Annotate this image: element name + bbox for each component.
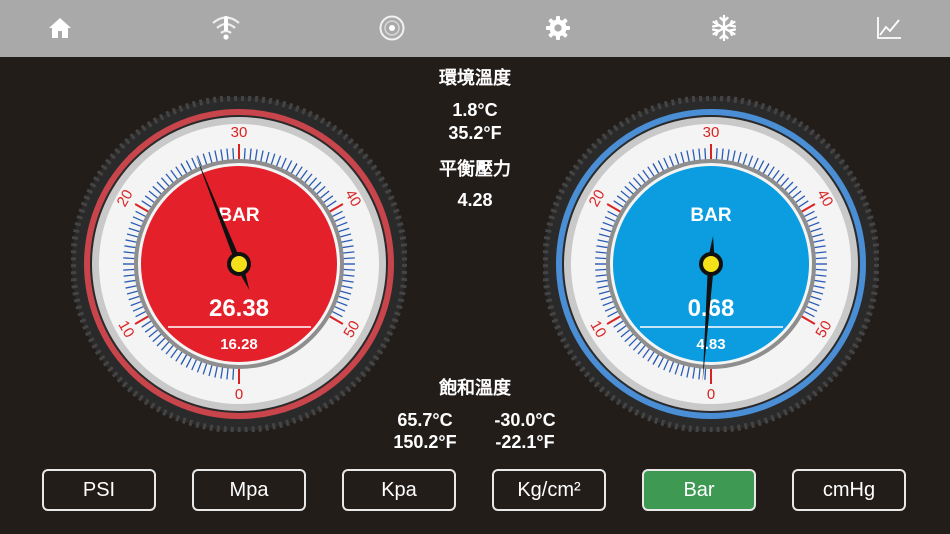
saturation-temp-label: 飽和溫度 bbox=[439, 378, 511, 398]
wifi-alert-icon[interactable] bbox=[206, 8, 246, 48]
gear-icon[interactable] bbox=[538, 8, 578, 48]
gauge-hub-center bbox=[703, 256, 719, 272]
gauge-sub-value: 16.28 bbox=[220, 336, 258, 353]
ambient-temp-label: 環境溫度 bbox=[439, 68, 511, 88]
unit-button-psi[interactable]: PSI bbox=[42, 469, 156, 511]
gauge-value: 26.38 bbox=[209, 295, 269, 322]
gauge-tick bbox=[814, 257, 827, 260]
ambient-temp-fahrenheit: 35.2°F bbox=[448, 123, 502, 143]
gauge-sub-value: 4.83 bbox=[696, 336, 725, 353]
top-nav-bar bbox=[0, 0, 950, 57]
gauge-tick bbox=[342, 268, 355, 271]
gauge-scale-label: 30 bbox=[231, 124, 248, 141]
unit-button-kgcm2[interactable]: Kg/cm² bbox=[492, 469, 606, 511]
low-pressure-gauge: 01020304050 BAR 0.68 4.83 bbox=[543, 96, 879, 432]
gauge-tick bbox=[814, 268, 827, 271]
disc-icon[interactable] bbox=[372, 8, 412, 48]
chart-icon[interactable] bbox=[869, 8, 909, 48]
gauge-tick bbox=[704, 148, 707, 161]
equilibrium-pressure-value: 4.28 bbox=[457, 190, 493, 210]
high-pressure-gauge: 01020304050 BAR 26.38 16.28 bbox=[71, 96, 407, 432]
gauge-tick bbox=[715, 148, 718, 161]
unit-button-mpa[interactable]: Mpa bbox=[192, 469, 306, 511]
gauge-scale-label: 0 bbox=[235, 386, 243, 403]
unit-button-kpa[interactable]: Kpa bbox=[342, 469, 456, 511]
unit-button-bar[interactable]: Bar bbox=[642, 469, 756, 511]
gauge-tick bbox=[595, 268, 608, 271]
gauge-value: 0.68 bbox=[688, 295, 735, 322]
gauge-tick bbox=[243, 148, 246, 161]
gauge-scale-label: 30 bbox=[703, 124, 720, 141]
equilibrium-pressure-label: 平衡壓力 bbox=[439, 159, 511, 179]
saturation-low-fahrenheit: -22.1°F bbox=[495, 432, 555, 452]
gauge-tick bbox=[704, 367, 707, 380]
gauge-hub-center bbox=[231, 256, 247, 272]
unit-button-cmhg[interactable]: cmHg bbox=[792, 469, 906, 511]
gauge-tick bbox=[232, 148, 235, 161]
home-icon[interactable] bbox=[40, 8, 80, 48]
gauge-tick bbox=[123, 257, 136, 260]
gauge-scale-label: 0 bbox=[707, 386, 715, 403]
saturation-high-fahrenheit: 150.2°F bbox=[393, 432, 457, 452]
gauge-unit-label: BAR bbox=[690, 205, 731, 226]
gauge-tick bbox=[342, 257, 355, 260]
gauge-tick bbox=[595, 257, 608, 260]
ambient-temp-celsius: 1.8°C bbox=[452, 100, 498, 120]
snowflake-icon[interactable] bbox=[704, 8, 744, 48]
gauge-tick bbox=[232, 367, 235, 380]
gauge-tick bbox=[123, 268, 136, 271]
